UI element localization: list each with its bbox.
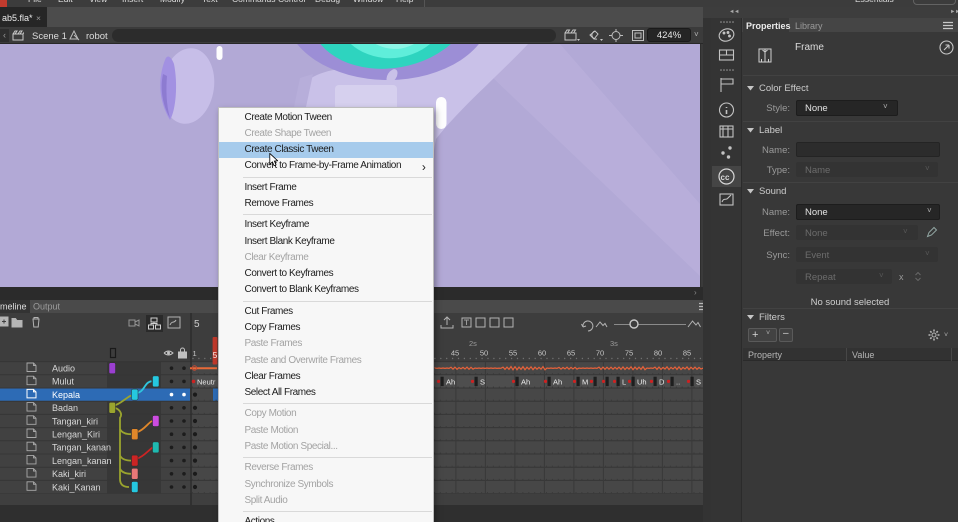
svg-text:45: 45 <box>451 349 459 358</box>
svg-text:Ah: Ah <box>553 377 562 386</box>
svg-text:Lengan_Kiri: Lengan_Kiri <box>52 430 100 440</box>
svg-text:3s: 3s <box>610 339 618 348</box>
svg-text:5: 5 <box>194 319 200 330</box>
svg-text:D: D <box>659 377 665 386</box>
svg-text:S: S <box>696 377 701 386</box>
svg-text:Neutr: Neutr <box>197 377 216 386</box>
svg-text:Lengan_kanan: Lengan_kanan <box>52 456 112 466</box>
svg-text:Badan: Badan <box>52 403 78 413</box>
svg-text:60: 60 <box>538 349 546 358</box>
svg-text:Tangan_kanan: Tangan_kanan <box>52 443 111 453</box>
svg-text:S: S <box>480 377 485 386</box>
svg-text:Tangan_kiri: Tangan_kiri <box>52 416 98 426</box>
svg-text:70: 70 <box>596 349 604 358</box>
svg-text:55: 55 <box>509 349 517 358</box>
svg-text:Output: Output <box>33 302 61 312</box>
svg-text:Uh: Uh <box>637 377 647 386</box>
svg-text:80: 80 <box>654 349 662 358</box>
svg-text:85: 85 <box>683 349 691 358</box>
svg-text:Mulut: Mulut <box>52 377 75 387</box>
svg-text:L: L <box>622 377 626 386</box>
svg-text:M: M <box>582 377 588 386</box>
svg-text:Kepala: Kepala <box>52 390 80 400</box>
svg-text:Audio: Audio <box>52 364 75 374</box>
svg-text:Kaki_Kanan: Kaki_Kanan <box>52 482 101 492</box>
svg-text:Ah: Ah <box>521 377 530 386</box>
svg-text:65: 65 <box>567 349 575 358</box>
svg-text:1: 1 <box>193 349 197 358</box>
svg-text:Ah: Ah <box>446 377 455 386</box>
svg-text:Kaki_kiri: Kaki_kiri <box>52 469 86 479</box>
svg-text:..: .. <box>676 377 680 386</box>
svg-text:2s: 2s <box>469 339 477 348</box>
svg-text:cc: cc <box>721 173 730 182</box>
svg-text:50: 50 <box>480 349 488 358</box>
svg-text:75: 75 <box>625 349 633 358</box>
svg-text:meline: meline <box>0 302 27 312</box>
